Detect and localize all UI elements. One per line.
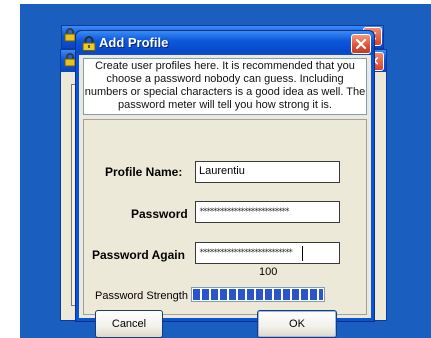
close-x-icon bbox=[355, 38, 367, 50]
password-input[interactable]: ************************** bbox=[195, 201, 340, 223]
password-strength-label: Password Strength bbox=[95, 290, 188, 302]
password-strength-meter bbox=[191, 287, 325, 302]
ok-button[interactable]: OK bbox=[257, 310, 337, 338]
desktop-edge bbox=[18, 4, 20, 338]
password-label: Password bbox=[131, 207, 188, 221]
padlock-icon bbox=[82, 36, 96, 51]
profile-name-value: Laurentiu bbox=[199, 165, 245, 177]
password-again-mask: *************************** bbox=[199, 248, 293, 258]
profile-name-label: Profile Name: bbox=[105, 165, 183, 179]
password-strength-value: 100 bbox=[259, 266, 278, 278]
cancel-button[interactable]: Cancel bbox=[95, 310, 163, 338]
profile-name-input[interactable]: Laurentiu bbox=[195, 161, 340, 183]
dialog-client-area: Create user profiles here. It is recomme… bbox=[79, 55, 371, 338]
dialog-title: Add Profile bbox=[99, 35, 169, 50]
text-caret bbox=[302, 246, 303, 261]
info-text: Create user profiles here. It is recomme… bbox=[83, 58, 367, 115]
add-profile-dialog: Add Profile Create user profiles here. I… bbox=[75, 30, 375, 338]
dialog-titlebar[interactable]: Add Profile bbox=[76, 31, 374, 55]
password-again-input[interactable]: *************************** bbox=[195, 242, 340, 264]
password-mask: ************************** bbox=[199, 207, 290, 217]
password-strength-meter-fill bbox=[193, 289, 323, 300]
password-again-label: Password Again bbox=[92, 248, 185, 262]
close-button[interactable] bbox=[351, 34, 371, 54]
